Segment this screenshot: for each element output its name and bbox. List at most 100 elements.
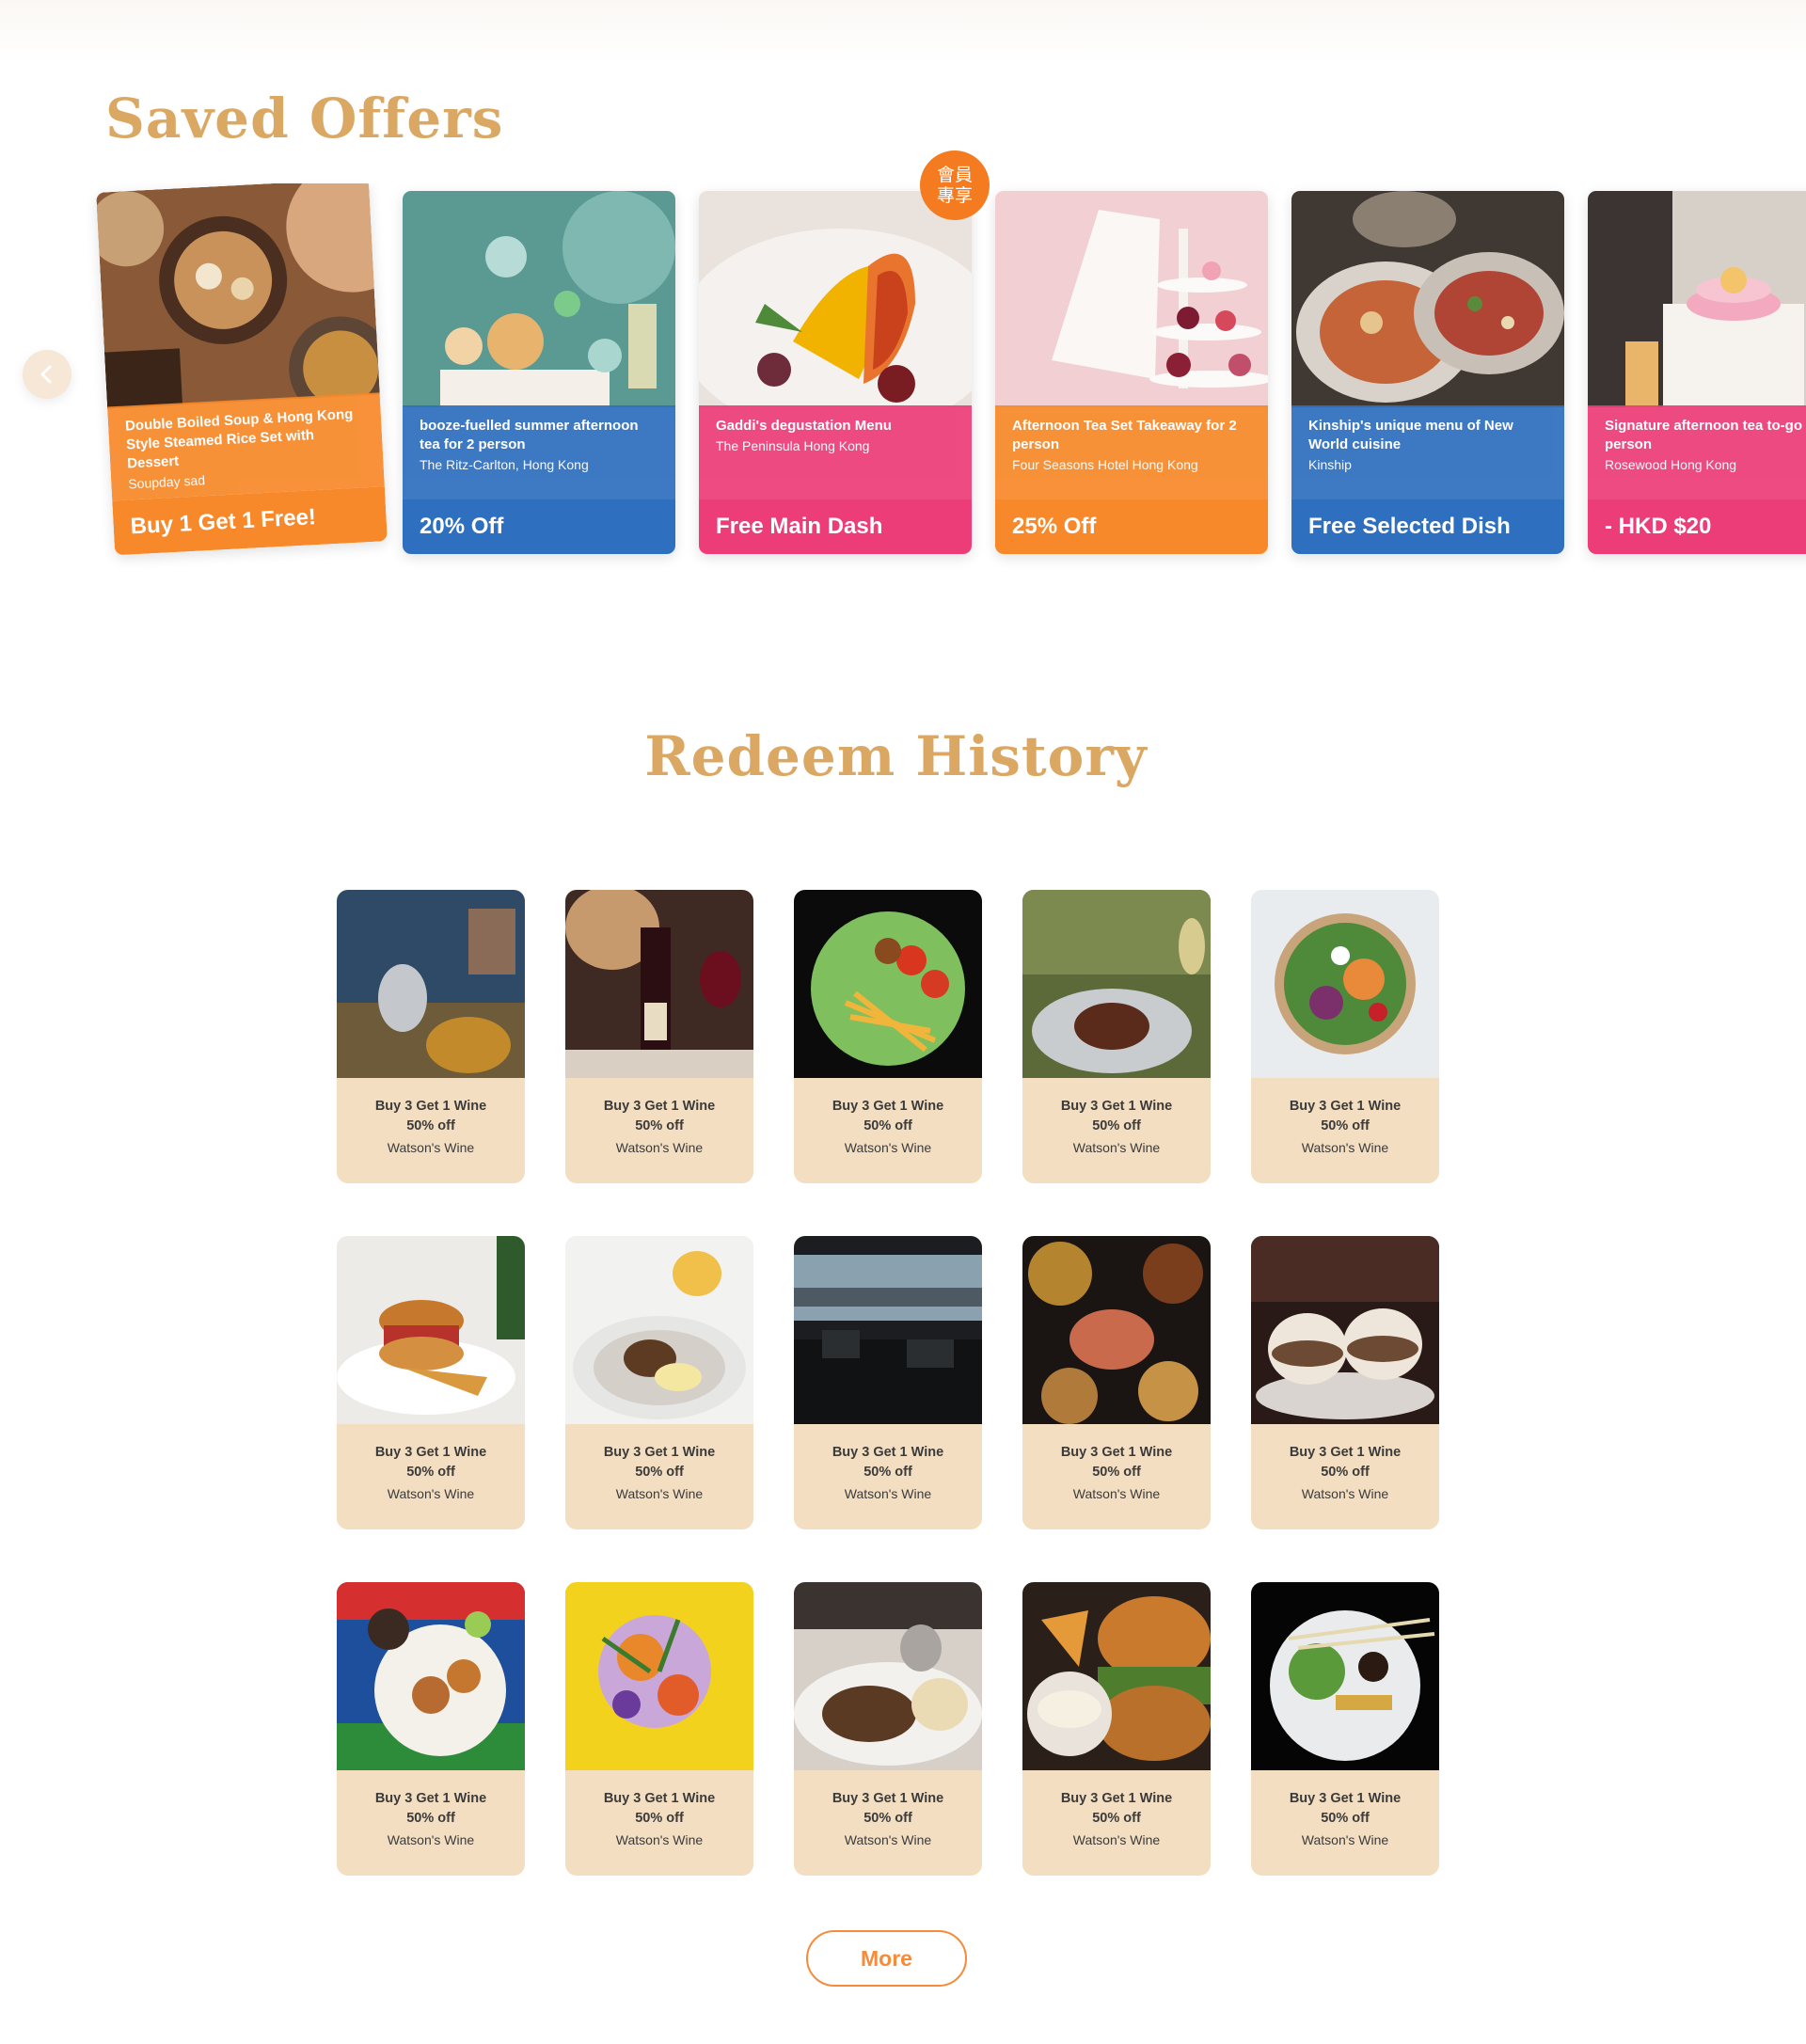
offer-info: Signature afternoon tea to-go for 2 pers… <box>1588 405 1806 499</box>
history-card[interactable]: Buy 3 Get 1 Wine 50% off Watson's Wine <box>1251 890 1439 1183</box>
history-line2: 50% off <box>406 1811 455 1826</box>
history-text: Buy 3 Get 1 Wine 50% off Watson's Wine <box>337 1424 525 1505</box>
history-image <box>1251 1236 1439 1424</box>
history-line2: 50% off <box>1092 1118 1141 1133</box>
member-exclusive-badge: 會員 專享 <box>920 151 990 220</box>
history-line3: Watson's Wine <box>387 1832 475 1847</box>
history-text: Buy 3 Get 1 Wine 50% off Watson's Wine <box>565 1770 753 1851</box>
saved-offers-title: Saved Offers <box>105 87 504 151</box>
history-card[interactable]: Buy 3 Get 1 Wine 50% off Watson's Wine <box>565 890 753 1183</box>
history-line2: 50% off <box>1092 1465 1141 1480</box>
history-image <box>337 890 525 1078</box>
member-badge-text: 會員 專享 <box>936 165 973 206</box>
history-image <box>337 1236 525 1424</box>
history-image <box>1022 1582 1211 1770</box>
history-text: Buy 3 Get 1 Wine 50% off Watson's Wine <box>337 1770 525 1851</box>
history-line1: Buy 3 Get 1 Wine <box>374 1791 487 1806</box>
offer-image <box>995 191 1268 407</box>
history-card[interactable]: Buy 3 Get 1 Wine 50% off Watson's Wine <box>1022 1582 1211 1876</box>
offer-title: Afternoon Tea Set Takeaway for 2 person <box>1012 418 1237 452</box>
offer-card[interactable]: Double Boiled Soup & Hong Kong Style Ste… <box>96 183 388 556</box>
history-text: Buy 3 Get 1 Wine 50% off Watson's Wine <box>1022 1424 1211 1505</box>
history-line1: Buy 3 Get 1 Wine <box>603 1445 716 1460</box>
history-line2: 50% off <box>1321 1118 1370 1133</box>
offer-venue: The Ritz-Carlton, Hong Kong <box>420 457 589 472</box>
offer-image <box>699 191 972 407</box>
offer-info: booze-fuelled summer afternoon tea for 2… <box>403 405 675 499</box>
history-image <box>1022 890 1211 1078</box>
offer-card[interactable]: booze-fuelled summer afternoon tea for 2… <box>403 191 675 554</box>
offer-venue: Four Seasons Hotel Hong Kong <box>1012 457 1198 472</box>
history-card[interactable]: Buy 3 Get 1 Wine 50% off Watson's Wine <box>565 1236 753 1529</box>
offer-title: Kinship's unique menu of New World cuisi… <box>1308 418 1513 452</box>
history-card[interactable]: Buy 3 Get 1 Wine 50% off Watson's Wine <box>794 890 982 1183</box>
history-card[interactable]: Buy 3 Get 1 Wine 50% off Watson's Wine <box>1251 1582 1439 1876</box>
history-card[interactable]: Buy 3 Get 1 Wine 50% off Watson's Wine <box>1022 1236 1211 1529</box>
history-line3: Watson's Wine <box>615 1486 704 1501</box>
history-line3: Watson's Wine <box>1301 1832 1389 1847</box>
history-text: Buy 3 Get 1 Wine 50% off Watson's Wine <box>1022 1770 1211 1851</box>
offer-venue: Kinship <box>1308 457 1352 472</box>
offer-card[interactable]: Kinship's unique menu of New World cuisi… <box>1291 191 1564 554</box>
history-line3: Watson's Wine <box>1301 1486 1389 1501</box>
history-line2: 50% off <box>635 1811 684 1826</box>
history-line1: Buy 3 Get 1 Wine <box>603 1791 716 1806</box>
history-line2: 50% off <box>863 1118 912 1133</box>
history-line2: 50% off <box>635 1465 684 1480</box>
history-card[interactable]: Buy 3 Get 1 Wine 50% off Watson's Wine <box>565 1582 753 1876</box>
history-line1: Buy 3 Get 1 Wine <box>832 1445 944 1460</box>
history-line3: Watson's Wine <box>1301 1140 1389 1155</box>
offer-deal: Free Selected Dish <box>1291 499 1564 554</box>
offer-card[interactable]: Afternoon Tea Set Takeaway for 2 person … <box>995 191 1268 554</box>
history-card[interactable]: Buy 3 Get 1 Wine 50% off Watson's Wine <box>794 1236 982 1529</box>
history-text: Buy 3 Get 1 Wine 50% off Watson's Wine <box>794 1424 982 1505</box>
history-text: Buy 3 Get 1 Wine 50% off Watson's Wine <box>794 1770 982 1851</box>
history-card[interactable]: Buy 3 Get 1 Wine 50% off Watson's Wine <box>337 890 525 1183</box>
history-text: Buy 3 Get 1 Wine 50% off Watson's Wine <box>1022 1078 1211 1159</box>
history-line3: Watson's Wine <box>1072 1140 1161 1155</box>
history-line3: Watson's Wine <box>387 1486 475 1501</box>
history-line1: Buy 3 Get 1 Wine <box>832 1791 944 1806</box>
history-image <box>794 890 982 1078</box>
history-card[interactable]: Buy 3 Get 1 Wine 50% off Watson's Wine <box>1251 1236 1439 1529</box>
history-line3: Watson's Wine <box>844 1140 932 1155</box>
history-text: Buy 3 Get 1 Wine 50% off Watson's Wine <box>565 1078 753 1159</box>
offer-image <box>1291 191 1564 407</box>
history-line3: Watson's Wine <box>615 1832 704 1847</box>
history-text: Buy 3 Get 1 Wine 50% off Watson's Wine <box>337 1078 525 1159</box>
offer-image <box>403 191 675 407</box>
history-text: Buy 3 Get 1 Wine 50% off Watson's Wine <box>1251 1078 1439 1159</box>
history-line1: Buy 3 Get 1 Wine <box>603 1099 716 1114</box>
offer-info: Kinship's unique menu of New World cuisi… <box>1291 405 1564 499</box>
history-image <box>1251 1582 1439 1770</box>
offer-venue: Rosewood Hong Kong <box>1605 457 1737 472</box>
offer-venue: The Peninsula Hong Kong <box>716 438 870 453</box>
history-card[interactable]: Buy 3 Get 1 Wine 50% off Watson's Wine <box>794 1582 982 1876</box>
history-card[interactable]: Buy 3 Get 1 Wine 50% off Watson's Wine <box>337 1236 525 1529</box>
offer-card[interactable]: Signature afternoon tea to-go for 2 pers… <box>1588 191 1806 554</box>
history-line3: Watson's Wine <box>844 1486 932 1501</box>
chevron-left-icon <box>40 365 52 384</box>
offer-title: booze-fuelled summer afternoon tea for 2… <box>420 418 639 452</box>
history-line2: 50% off <box>1321 1465 1370 1480</box>
history-text: Buy 3 Get 1 Wine 50% off Watson's Wine <box>794 1078 982 1159</box>
carousel-prev-button[interactable] <box>23 350 71 399</box>
offer-deal: 20% Off <box>403 499 675 554</box>
history-line1: Buy 3 Get 1 Wine <box>1289 1791 1402 1806</box>
offer-info: Double Boiled Soup & Hong Kong Style Ste… <box>107 392 385 501</box>
history-line3: Watson's Wine <box>844 1832 932 1847</box>
history-card[interactable]: Buy 3 Get 1 Wine 50% off Watson's Wine <box>1022 890 1211 1183</box>
offer-image <box>96 183 380 409</box>
history-image <box>565 890 753 1078</box>
offer-image <box>1588 191 1806 407</box>
offer-deal: 25% Off <box>995 499 1268 554</box>
history-line1: Buy 3 Get 1 Wine <box>374 1445 487 1460</box>
more-button[interactable]: More <box>806 1930 967 1987</box>
history-text: Buy 3 Get 1 Wine 50% off Watson's Wine <box>1251 1424 1439 1505</box>
history-line1: Buy 3 Get 1 Wine <box>1289 1445 1402 1460</box>
history-line3: Watson's Wine <box>615 1140 704 1155</box>
offer-card[interactable]: Gaddi's degustation Menu The Peninsula H… <box>699 191 972 554</box>
history-line1: Buy 3 Get 1 Wine <box>832 1099 944 1114</box>
history-card[interactable]: Buy 3 Get 1 Wine 50% off Watson's Wine <box>337 1582 525 1876</box>
history-line2: 50% off <box>406 1465 455 1480</box>
